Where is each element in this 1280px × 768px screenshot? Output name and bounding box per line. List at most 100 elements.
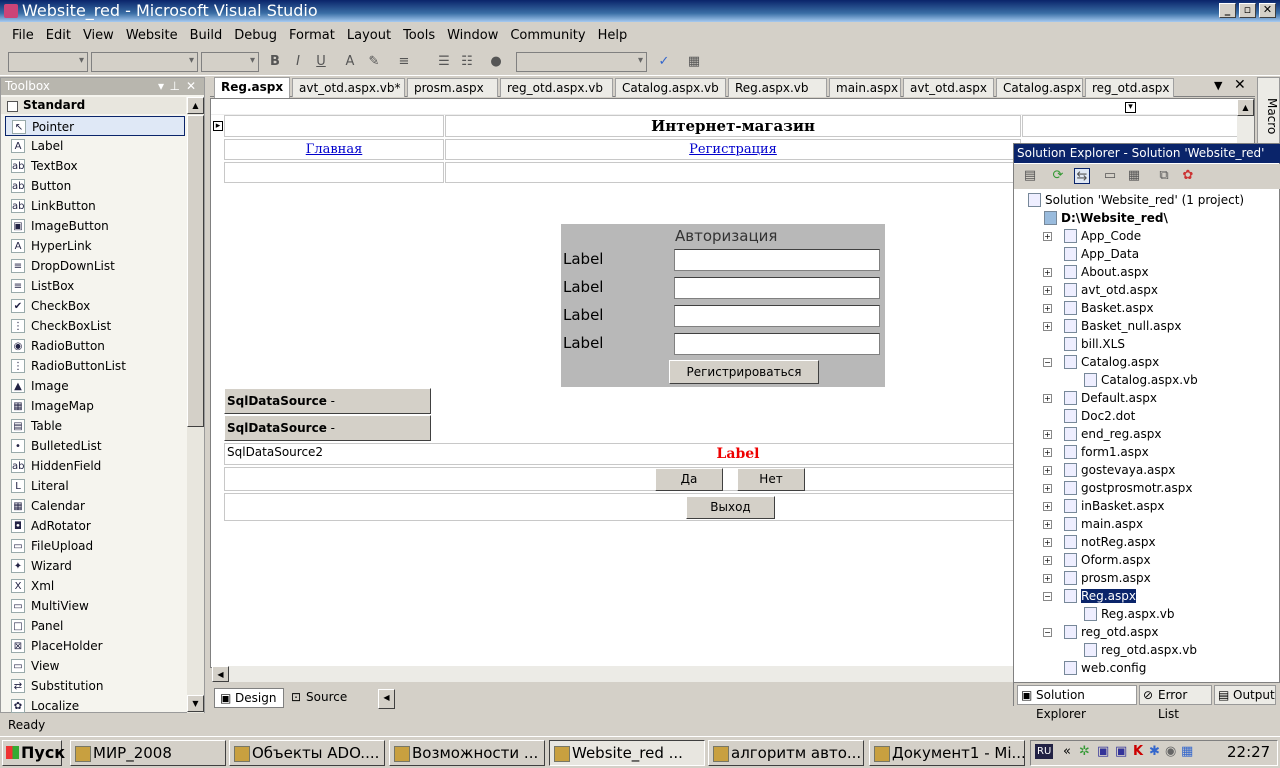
- toolbox-item-bulletedlist[interactable]: • BulletedList: [5, 436, 185, 456]
- menu-file[interactable]: File: [6, 28, 40, 43]
- volume-icon[interactable]: ◉: [1165, 744, 1176, 759]
- bold-icon[interactable]: B: [267, 54, 283, 70]
- expander-icon[interactable]: −: [1043, 592, 1052, 601]
- taskbar-button[interactable]: Возможности ...: [389, 740, 545, 766]
- smart-tag-icon[interactable]: ▾: [1125, 102, 1136, 113]
- expander-icon[interactable]: +: [1043, 286, 1052, 295]
- solution-node-web-config[interactable]: web.config: [1064, 659, 1146, 677]
- menu-debug[interactable]: Debug: [228, 28, 283, 43]
- bullets-icon[interactable]: ☰: [436, 54, 452, 70]
- toolbox-item-linkbutton[interactable]: ab LinkButton: [5, 196, 185, 216]
- block-format-combo[interactable]: [8, 52, 88, 72]
- solution-node-reg-aspx[interactable]: Reg.aspx: [1064, 587, 1136, 605]
- tray-expand-icon[interactable]: «: [1063, 744, 1071, 759]
- toolbox-item-imagebutton[interactable]: ▣ ImageButton: [5, 216, 185, 236]
- solution-node-gostevaya-aspx[interactable]: gostevaya.aspx: [1064, 461, 1175, 479]
- expander-icon[interactable]: +: [1043, 574, 1052, 583]
- toolbox-item-pointer[interactable]: ↖ Pointer: [5, 116, 185, 136]
- expander-icon[interactable]: +: [1043, 268, 1052, 277]
- taskbar-button[interactable]: Документ1 - Mi...: [869, 740, 1025, 766]
- menu-format[interactable]: Format: [283, 28, 341, 43]
- toolbox-item-imagemap[interactable]: ▦ ImageMap: [5, 396, 185, 416]
- tab-main-aspx[interactable]: main.aspx: [829, 78, 901, 97]
- toolbox-scrollbar[interactable]: ▲ ▼: [187, 97, 204, 713]
- solution-node-catalog-aspx[interactable]: Catalog.aspx: [1064, 353, 1159, 371]
- error-list-tab[interactable]: ⊘ Error List: [1139, 685, 1212, 721]
- nest-files-icon[interactable]: ⇆: [1074, 168, 1090, 184]
- toolbox-item-calendar[interactable]: ▦ Calendar: [5, 496, 185, 516]
- tab-prosm-aspx[interactable]: prosm.aspx: [407, 78, 498, 97]
- expander-icon[interactable]: +: [1043, 232, 1052, 241]
- taskbar-button[interactable]: МИР_2008: [70, 740, 226, 766]
- minimize-button[interactable]: _: [1219, 3, 1236, 18]
- expander-icon[interactable]: +: [1043, 448, 1052, 457]
- solution-node-app-data[interactable]: App_Data: [1064, 245, 1139, 263]
- registration-link[interactable]: Регистрация: [689, 142, 777, 157]
- scroll-down-icon[interactable]: ▼: [187, 695, 204, 712]
- expander-icon[interactable]: +: [1043, 304, 1052, 313]
- toolbox-item-placeholder[interactable]: ⊠ PlaceHolder: [5, 636, 185, 656]
- solution-node-prosm-aspx[interactable]: prosm.aspx: [1064, 569, 1151, 587]
- toolbox-section-standard[interactable]: Standard: [1, 97, 186, 114]
- solution-node-form1-aspx[interactable]: form1.aspx: [1064, 443, 1149, 461]
- solution-node-app-code[interactable]: App_Code: [1064, 227, 1141, 245]
- layer-icon[interactable]: ▦: [686, 54, 702, 70]
- display-icon[interactable]: ▣: [1097, 744, 1109, 759]
- macro-explorer-tab[interactable]: Macro: [1257, 77, 1280, 147]
- solution-node-oform-aspx[interactable]: Oform.aspx: [1064, 551, 1151, 569]
- menu-website[interactable]: Website: [120, 28, 184, 43]
- tab-avt-otd-aspx[interactable]: avt_otd.aspx: [903, 78, 994, 97]
- menu-view[interactable]: View: [77, 28, 120, 43]
- maximize-button[interactable]: ▫: [1239, 3, 1256, 18]
- auth-textbox[interactable]: [674, 249, 880, 271]
- underline-icon[interactable]: U: [313, 54, 329, 70]
- output-tab[interactable]: ▤ Output: [1214, 685, 1276, 705]
- solution-node-about-aspx[interactable]: About.aspx: [1064, 263, 1149, 281]
- style-combo[interactable]: [516, 52, 647, 72]
- tray-app-icon[interactable]: ▦: [1181, 744, 1193, 759]
- expander-icon[interactable]: −: [1043, 358, 1052, 367]
- solution-node-end-reg-aspx[interactable]: end_reg.aspx: [1064, 425, 1161, 443]
- scroll-thumb[interactable]: [187, 115, 204, 427]
- sqldatasource1[interactable]: SqlDataSource - SqlDataSource1: [224, 388, 431, 432]
- solution-node-avt-otd-aspx[interactable]: avt_otd.aspx: [1064, 281, 1158, 299]
- no-button[interactable]: Нет: [737, 468, 805, 491]
- menu-window[interactable]: Window: [441, 28, 504, 43]
- toolbox-item-textbox[interactable]: ab TextBox: [5, 156, 185, 176]
- toolbox-item-checkboxlist[interactable]: ⋮ CheckBoxList: [5, 316, 185, 336]
- font-name-combo[interactable]: [91, 52, 198, 72]
- solution-node-bill-xls[interactable]: bill.XLS: [1064, 335, 1125, 353]
- refresh-icon[interactable]: ⟳: [1050, 168, 1066, 184]
- properties-icon[interactable]: ▤: [1022, 168, 1038, 184]
- expander-icon[interactable]: +: [1043, 556, 1052, 565]
- solution-node-reg-otd-aspx-vb[interactable]: reg_otd.aspx.vb: [1084, 641, 1197, 659]
- pin-icon[interactable]: ⊥: [170, 78, 180, 95]
- menu-tools[interactable]: Tools: [397, 28, 441, 43]
- menu-edit[interactable]: Edit: [40, 28, 77, 43]
- source-tab[interactable]: ⊡ Source: [286, 688, 354, 708]
- toolbox-item-panel[interactable]: □ Panel: [5, 616, 185, 636]
- scroll-up-icon[interactable]: ▲: [187, 97, 204, 114]
- toolbox-item-button[interactable]: ab Button: [5, 176, 185, 196]
- expander-icon[interactable]: +: [1043, 502, 1052, 511]
- language-indicator[interactable]: RU: [1035, 744, 1054, 759]
- backcolor-icon[interactable]: ✎: [366, 54, 382, 70]
- clock[interactable]: 22:27: [1227, 743, 1270, 761]
- forecolor-icon[interactable]: A: [342, 54, 358, 70]
- toolbox-item-radiobutton[interactable]: ◉ RadioButton: [5, 336, 185, 356]
- taskbar-button[interactable]: Объекты ADO....: [229, 740, 385, 766]
- menu-layout[interactable]: Layout: [341, 28, 397, 43]
- toolbox-item-radiobuttonlist[interactable]: ⋮ RadioButtonList: [5, 356, 185, 376]
- italic-icon[interactable]: I: [290, 54, 306, 70]
- spell-check-icon[interactable]: ✓: [656, 54, 672, 70]
- copy-website-icon[interactable]: ⧉: [1156, 168, 1172, 184]
- solution-node-reg-aspx-vb[interactable]: Reg.aspx.vb: [1084, 605, 1174, 623]
- solution-node-main-aspx[interactable]: main.aspx: [1064, 515, 1143, 533]
- tab-reg-aspx-vb[interactable]: Reg.aspx.vb: [728, 78, 827, 97]
- auth-textbox[interactable]: [674, 333, 880, 355]
- tab-dropdown-icon[interactable]: ▼: [1214, 79, 1222, 92]
- tab-reg-otd-aspx-vb[interactable]: reg_otd.aspx.vb: [500, 78, 613, 97]
- table-handle-icon[interactable]: ▸: [213, 121, 223, 131]
- tab-reg-otd-aspx[interactable]: reg_otd.aspx: [1085, 78, 1174, 97]
- toolbox-item-image[interactable]: ▲ Image: [5, 376, 185, 396]
